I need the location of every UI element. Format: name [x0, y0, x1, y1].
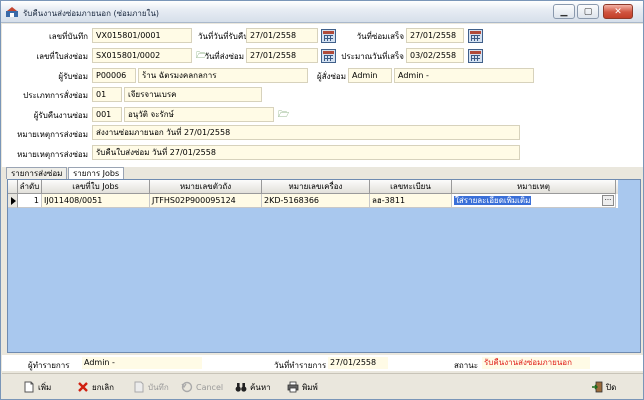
cancel-button[interactable]: Cancel [178, 378, 226, 396]
status-bar: ผู้ทำรายการ Admin - วันที่ทำรายการ 27/01… [2, 355, 643, 371]
col-remark[interactable]: หมายเหตุ [452, 180, 616, 194]
cancel-doc-button-label: ยกเลิก [92, 382, 115, 392]
send-date-label: วันที่ส่งซ่อม [204, 52, 244, 61]
remark-ellipsis-button[interactable]: ··· [602, 195, 614, 206]
created-date-label: วันที่ทำรายการ [274, 361, 327, 370]
exit-door-icon [592, 381, 603, 393]
send-date-calendar-icon[interactable] [321, 49, 336, 63]
receiver-lookup-icon[interactable]: 🗁 [278, 109, 292, 121]
cell-plate[interactable]: ลฮ-3811 [370, 194, 452, 208]
add-button[interactable]: เพิ่ม [20, 378, 54, 396]
estimate-date-field[interactable]: 03/02/2558 [406, 48, 464, 63]
close-button-label: ปิด [606, 382, 617, 392]
window-title: รับคืนงานส่งซ่อมภายนอก (ซ่อมภายใน) [23, 9, 160, 18]
col-plate[interactable]: เลขทะเบียน [370, 180, 452, 194]
remark-send-label: หมายเหตุการส่งซ่อม [17, 130, 88, 139]
undo-icon [181, 381, 193, 393]
remark-send-field[interactable]: ส่งงานซ่อมภายนอก วันที่ 27/01/2558 [92, 125, 520, 140]
print-button-label: พิมพ์ [302, 382, 318, 392]
title-bar[interactable]: รับคืนงานส่งซ่อมภายนอก (ซ่อมภายใน) ▁ ▢ ✕ [1, 1, 643, 23]
finish-date-calendar-icon[interactable] [468, 29, 483, 43]
tab-send-items[interactable]: รายการส่งซ่อม [6, 167, 68, 179]
delete-x-icon [78, 382, 88, 392]
cell-engine[interactable]: 2KD-5168366 [262, 194, 370, 208]
app-icon [6, 7, 18, 17]
close-window-button[interactable]: ✕ [603, 4, 633, 19]
state-value: รับคืนงานส่งซ่อมภายนอก [482, 357, 590, 369]
send-no-label: เลขที่ใบส่งซ่อม [36, 52, 88, 61]
printer-icon [287, 381, 299, 393]
maker-value: Admin - [82, 357, 202, 369]
binoculars-icon [235, 383, 247, 392]
add-button-label: เพิ่ม [38, 382, 52, 392]
send-no-field[interactable]: SX015801/0002 [92, 48, 192, 63]
repair-type-code-field[interactable]: 01 [92, 87, 122, 102]
jobs-grid[interactable]: ลำดับ เลขที่ใบ Jobs หมายเลขตัวถัง หมายเล… [7, 179, 641, 353]
cell-remark[interactable]: ใส่รายละเอียดเพิ่มเติม [452, 194, 616, 208]
print-button[interactable]: พิมพ์ [284, 378, 321, 396]
finish-date-label: วันที่ซ่อมเสร็จ [356, 32, 404, 41]
header-form: เลขที่บันทึก VX015801/0001 วันที่วันที่ร… [2, 24, 643, 167]
orderer-name-field: Admin - [394, 68, 534, 83]
estimate-date-label: ประมาณวันที่เสร็จ [341, 52, 404, 61]
send-date-field[interactable]: 27/01/2558 [246, 48, 318, 63]
receive-date-calendar-icon[interactable] [321, 29, 336, 43]
app-window: รับคืนงานส่งซ่อมภายนอก (ซ่อมภายใน) ▁ ▢ ✕… [0, 0, 644, 400]
save-button[interactable]: บันทึก [130, 378, 172, 396]
cancel-button-label: Cancel [196, 382, 224, 392]
created-date-value: 27/01/2558 [328, 357, 388, 369]
orderer-code-field[interactable]: Admin [348, 68, 392, 83]
vendor-code-field[interactable]: P00006 [92, 68, 136, 83]
receiver-label: ผู้รับคืนงานซ่อม [33, 111, 88, 120]
cell-seq[interactable]: 1 [18, 194, 42, 208]
remark-receive-label: หมายเหตุการส่งซ่อม [17, 150, 88, 159]
cell-job-no[interactable]: IJ011408/0051 [42, 194, 150, 208]
receive-date-label: วันที่วันที่รับคืน [198, 32, 249, 41]
receiver-code-field[interactable]: 001 [92, 107, 122, 122]
remark-editor-text[interactable]: ใส่รายละเอียดเพิ่มเติม [454, 196, 532, 205]
receive-date-field[interactable]: 27/01/2558 [246, 28, 318, 43]
col-job-no[interactable]: เลขที่ใบ Jobs [42, 180, 150, 194]
repair-type-label: ประเภทการสั่งซ่อม [23, 91, 88, 100]
repair-type-name-field: เจียรจานเบรค [124, 87, 262, 102]
grid-header: ลำดับ เลขที่ใบ Jobs หมายเลขตัวถัง หมายเล… [8, 180, 618, 194]
close-button[interactable]: ปิด [588, 378, 619, 396]
search-button[interactable]: ค้นหา [232, 378, 274, 396]
receiver-name-field: อนุวัติ จะรักษ์ [124, 107, 274, 122]
cell-chassis[interactable]: JTFHS02P900095124 [150, 194, 262, 208]
table-row[interactable]: 1 IJ011408/0051 JTFHS02P900095124 2KD-51… [8, 194, 618, 208]
doc-no-field[interactable]: VX015801/0001 [92, 28, 192, 43]
new-document-icon [24, 381, 34, 393]
bottom-toolbar: เพิ่ม ยกเลิก บันทึก Cancel ค้นหา พิมพ์ ป… [2, 373, 643, 399]
maximize-button[interactable]: ▢ [577, 4, 599, 19]
save-icon [134, 381, 144, 393]
save-button-label: บันทึก [148, 382, 169, 392]
orderer-label: ผู้สั่งซ่อม [317, 72, 346, 81]
tab-strip: รายการส่งซ่อม รายการ Jobs [2, 167, 643, 180]
maker-label: ผู้ทำรายการ [28, 361, 70, 370]
cancel-doc-button[interactable]: ยกเลิก [74, 378, 117, 396]
finish-date-field[interactable]: 27/01/2558 [406, 28, 464, 43]
col-chassis[interactable]: หมายเลขตัวถัง [150, 180, 262, 194]
estimate-date-calendar-icon[interactable] [468, 49, 483, 63]
col-seq[interactable]: ลำดับ [18, 180, 42, 194]
search-button-label: ค้นหา [250, 382, 271, 392]
grid-header-indicator [8, 180, 18, 194]
state-label: สถานะ [454, 361, 478, 370]
doc-no-label: เลขที่บันทึก [48, 32, 88, 41]
vendor-label: ผู้รับซ่อม [58, 72, 88, 81]
vendor-name-field: ร้าน ฉัตรมงคลกลการ [138, 68, 308, 83]
col-engine[interactable]: หมายเลขเครื่อง [262, 180, 370, 194]
row-indicator-icon [8, 194, 18, 208]
remark-receive-field[interactable]: รับคืนใบส่งซ่อม วันที่ 27/01/2558 [92, 145, 520, 160]
minimize-button[interactable]: ▁ [553, 4, 575, 19]
